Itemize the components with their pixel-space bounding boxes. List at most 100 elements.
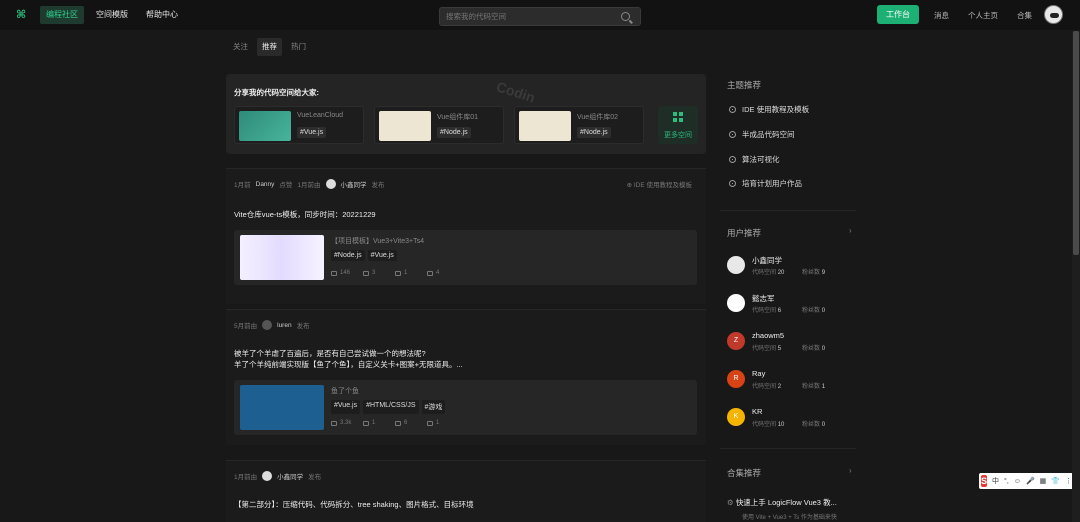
ime-emoji-icon[interactable]: ☺ (1014, 478, 1021, 485)
actor-name[interactable]: Danny (256, 181, 275, 188)
topic-item[interactable]: 培育计划用户作品 (729, 178, 802, 189)
fans-label: 粉丝数 (802, 346, 821, 352)
forks-stat[interactable]: 1 (427, 420, 449, 426)
messages-link[interactable]: 消息 (934, 10, 949, 21)
comments-stat[interactable]: 6 (395, 420, 417, 426)
comments-stat[interactable]: 1 (395, 270, 417, 276)
spaces-label: 代码空间 (752, 422, 777, 428)
user-spaces: 代码空间 5 (752, 343, 781, 352)
author-avatar[interactable] (262, 471, 273, 481)
recommended-user[interactable]: K KR 代码空间 10 粉丝数 0 (727, 406, 847, 428)
views-stat: 146 (331, 270, 353, 276)
ime-keyboard-icon[interactable]: ▦ (1040, 477, 1047, 485)
space-thumbnail (239, 111, 291, 141)
thumbs-up-icon (363, 420, 369, 426)
tab-hot[interactable]: 热门 (286, 38, 311, 56)
eye-icon (331, 420, 337, 426)
chevron-right-icon[interactable]: › (849, 466, 852, 475)
author-name[interactable]: luren (277, 322, 291, 329)
fork-icon (427, 420, 433, 426)
chevron-right-icon[interactable]: › (849, 226, 852, 235)
forks-count: 4 (436, 270, 440, 276)
space-name: VueLeanCloud (297, 112, 344, 119)
post-title[interactable]: 【第二部分】：压缩代码、代码拆分、tree shaking、图片格式、目标环境 (234, 499, 474, 510)
author-name[interactable]: 小鑫同学 (277, 471, 303, 481)
forks-stat[interactable]: 4 (427, 270, 449, 276)
profile-link[interactable]: 个人主页 (968, 10, 998, 21)
ime-lang-toggle[interactable]: 中 (992, 476, 999, 486)
post-title[interactable]: 被羊了个羊虐了百遍后，是否有自己尝试做一个的想法呢? 羊了个羊纯前端实现版【鱼了… (234, 348, 463, 370)
topic-item[interactable]: IDE 使用教程及模板 (729, 104, 809, 115)
tag[interactable]: #HTML/CSS/JS (363, 400, 419, 414)
topic-item[interactable]: 半成品代码空间 (729, 129, 795, 140)
ime-toolbar[interactable]: S 中 °, ☺ 🎤 ▦ 👕 ⋮⋮ (979, 473, 1079, 489)
workbench-button[interactable]: 工作台 (877, 5, 919, 24)
topic-item[interactable]: 算法可视化 (729, 154, 780, 165)
collections-link[interactable]: 合集 (1017, 10, 1032, 21)
space-card[interactable]: Vue组件库02 #Node.js (514, 106, 644, 144)
likes-stat[interactable]: 3 (363, 270, 385, 276)
sogou-ime-icon[interactable]: S (981, 475, 988, 487)
space-tag[interactable]: #Node.js (437, 127, 471, 138)
post-title-line: 羊了个羊纯前端实现版【鱼了个鱼】，自定义关卡+图案+无限道具。... (234, 360, 463, 369)
more-spaces-button[interactable]: 更多空间 (658, 106, 698, 144)
fork-icon (427, 270, 433, 276)
tab-following[interactable]: 关注 (228, 38, 253, 56)
spaces-count: 6 (777, 308, 782, 314)
user-spaces: 代码空间 10 (752, 419, 784, 428)
post-category[interactable]: ⊕ IDE 使用教程及模板 (627, 179, 692, 189)
space-tag[interactable]: #Node.js (577, 127, 611, 138)
space-thumbnail (379, 111, 431, 141)
tag[interactable]: #Vue.js (331, 400, 361, 414)
search-input[interactable] (440, 8, 610, 25)
post-verb: 发布 (308, 474, 322, 481)
author-avatar[interactable] (325, 179, 336, 189)
nav-item-templates[interactable]: 空间模版 (90, 6, 134, 24)
space-item[interactable]: 鱼了个鱼 #Vue.js #HTML/CSS/JS #游戏 3.3k 1 6 1 (234, 380, 697, 435)
tag[interactable]: #游戏 (421, 400, 446, 414)
tag[interactable]: #Node.js (331, 250, 365, 261)
space-item[interactable]: 【项目模板】Vue3+Vite3+Ts4 #Node.js #Vue.js 14… (234, 230, 697, 285)
likes-stat[interactable]: 1 (363, 420, 385, 426)
nav-item-community[interactable]: 编程社区 (40, 6, 84, 24)
user-name: zhaowm5 (752, 331, 785, 340)
recommended-user[interactable]: Z zhaowm5 代码空间 5 粉丝数 0 (727, 330, 847, 352)
eye-icon (331, 270, 337, 276)
tab-recommended[interactable]: 推荐 (257, 38, 282, 56)
spaces-count: 5 (777, 346, 782, 352)
author-avatar[interactable] (262, 320, 273, 330)
post-time: 1月前由 (234, 474, 258, 481)
search-icon[interactable] (621, 12, 630, 21)
logo-icon[interactable]: ⌘ (16, 9, 28, 21)
space-card[interactable]: Vue组件库01 #Node.js (374, 106, 504, 144)
fans-count: 1 (821, 384, 826, 390)
page-scrollbar[interactable] (1072, 31, 1080, 522)
post-title[interactable]: Vite仓库vue-ts模板，同步时间：20221229 (234, 209, 376, 220)
more-spaces-label: 更多空间 (664, 132, 692, 139)
post-meta: 1月前由 小鑫同学 发布 (234, 471, 321, 481)
post-title-line: 【第二部分】：压缩代码、代码拆分、tree shaking、图片格式、目标环境 (234, 500, 474, 509)
collection-item[interactable]: ⚙ 快速上手 LogicFlow Vue3 教... (727, 497, 837, 508)
author-name[interactable]: 小鑫同学 (341, 179, 367, 189)
recommended-user[interactable]: 小鑫同学 代码空间 20 粉丝数 9 (727, 254, 847, 276)
recommended-user[interactable]: 懿志军 代码空间 6 粉丝数 0 (727, 292, 847, 314)
space-card[interactable]: VueLeanCloud #Vue.js (234, 106, 364, 144)
user-fans: 粉丝数 9 (802, 267, 825, 276)
collections-heading: 合集推荐 (727, 468, 762, 478)
forks-count: 1 (436, 420, 440, 426)
user-avatar[interactable] (1044, 5, 1063, 24)
space-tag[interactable]: #Vue.js (297, 127, 327, 138)
tag[interactable]: #Vue.js (367, 250, 397, 261)
stats-row: 146 3 1 4 (331, 270, 449, 276)
spaces-label: 代码空间 (752, 270, 777, 276)
ime-punct-toggle[interactable]: °, (1004, 478, 1009, 485)
topic-label: 半成品代码空间 (742, 130, 795, 139)
ime-mic-icon[interactable]: 🎤 (1026, 477, 1035, 485)
topic-label: 算法可视化 (742, 155, 780, 164)
recommended-user[interactable]: R Ray 代码空间 2 粉丝数 1 (727, 368, 847, 390)
scrollbar-thumb[interactable] (1073, 31, 1079, 255)
ime-skin-icon[interactable]: 👕 (1051, 477, 1060, 485)
nav-item-help[interactable]: 帮助中心 (140, 6, 184, 24)
topic-icon (729, 156, 736, 163)
topics-heading: 主题推荐 (727, 80, 762, 90)
